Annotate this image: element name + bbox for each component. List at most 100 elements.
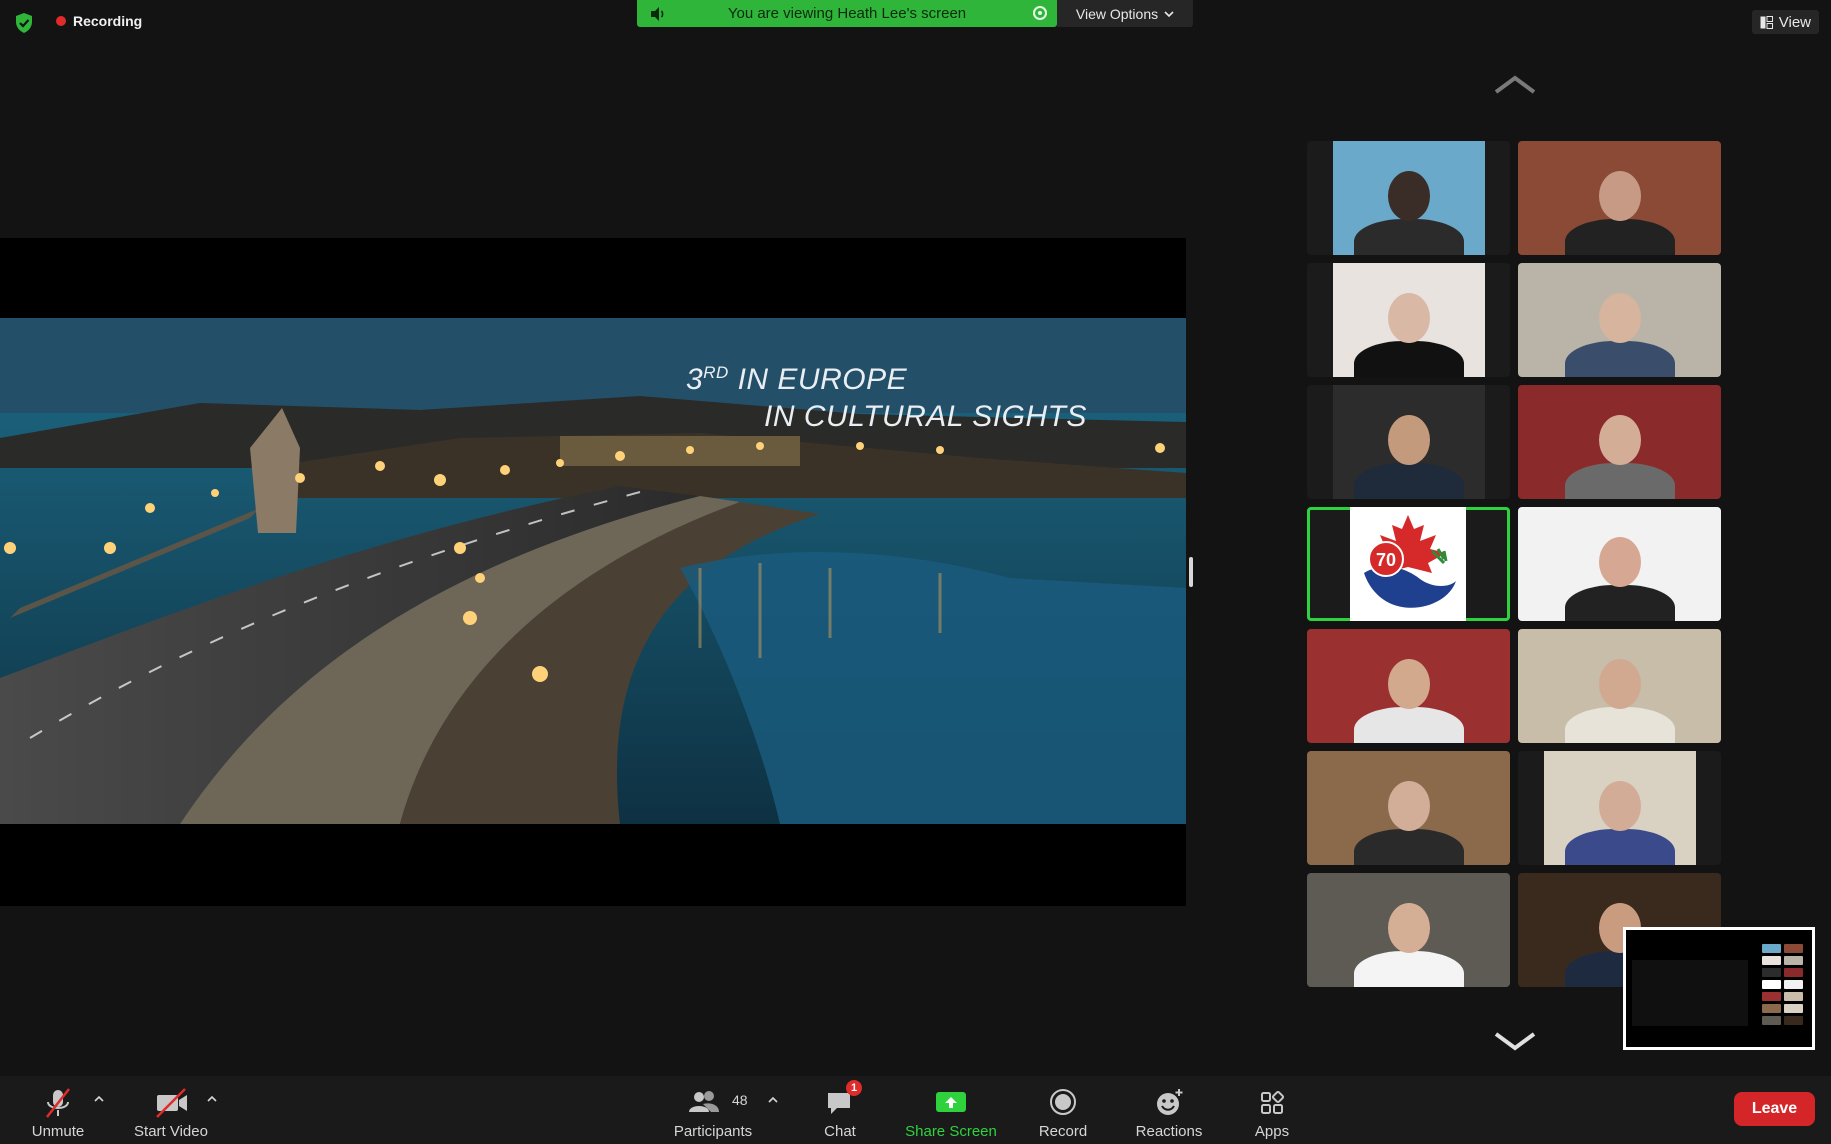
participants-caret-icon[interactable] [768,1095,778,1105]
mini-tile [1784,992,1803,1001]
mini-tile [1762,944,1781,953]
start-video-button[interactable]: Start Video [126,1076,216,1144]
participant-body [1564,463,1675,499]
logo-number: 70 [1376,550,1396,570]
participants-count: 48 [732,1092,748,1108]
unmute-label: Unmute [31,1123,85,1140]
view-label: View [1778,13,1811,31]
participant-tile[interactable] [1307,141,1510,255]
participant-head [1598,293,1641,343]
apps-label: Apps [1254,1123,1290,1140]
audio-options-caret-icon[interactable] [94,1094,104,1104]
caption-line-2: IN CULTURAL SIGHTS [764,400,1087,433]
view-options-button[interactable]: View Options [1057,0,1193,27]
participant-head [1387,903,1430,953]
participant-video [1518,263,1721,377]
participant-tile[interactable] [1307,629,1510,743]
record-icon [1050,1089,1076,1115]
mini-tile [1762,1004,1781,1013]
video-options-caret-icon[interactable] [207,1094,217,1104]
caption-line-1: 3RD IN EUROPE [686,363,908,396]
video-camera-off-icon [156,1088,187,1118]
participant-head [1387,659,1430,709]
participant-video [1333,385,1485,499]
participants-label: Participants [673,1123,753,1140]
record-button[interactable]: Record [1034,1076,1092,1144]
leave-button[interactable]: Leave [1734,1092,1815,1126]
participant-head [1598,537,1641,587]
participant-body [1564,707,1675,743]
participant-tile[interactable] [1307,263,1510,377]
participant-body [1564,219,1675,255]
self-view-thumbnail[interactable] [1623,927,1815,1050]
participant-tile[interactable] [1307,873,1510,987]
share-screen-label: Share Screen [905,1123,997,1140]
grid-view-icon [1760,15,1773,29]
participant-head [1598,659,1641,709]
shared-screen-image: 3RD IN EUROPE IN CULTURAL SIGHTS [0,318,1186,824]
participant-head [1388,415,1430,465]
chevron-down-icon [1164,10,1174,17]
participant-video [1544,751,1696,865]
participant-tile[interactable]: 70 [1307,507,1510,621]
mini-tile [1762,1016,1781,1025]
shared-screen[interactable]: 3RD IN EUROPE IN CULTURAL SIGHTS [0,238,1186,906]
apps-button[interactable]: Apps [1250,1076,1294,1144]
mini-tile [1784,968,1803,977]
participant-tile[interactable] [1518,507,1721,621]
participants-button[interactable]: Participants [665,1076,761,1144]
participant-head [1388,293,1430,343]
meeting-toolbar: Unmute Start Video Participants 48 Chat … [0,1076,1831,1144]
participant-tile[interactable] [1518,141,1721,255]
mini-tile [1784,1004,1803,1013]
participant-tile[interactable] [1518,263,1721,377]
view-options-label: View Options [1075,5,1159,22]
gallery-scroll-up-icon[interactable] [1493,74,1537,96]
mini-tile [1762,980,1781,989]
participant-video [1518,507,1721,621]
self-view-screen-preview [1632,960,1748,1026]
participant-body [1565,829,1675,865]
mini-tile [1784,980,1803,989]
mini-tile [1784,1016,1803,1025]
reactions-button[interactable]: Reactions [1130,1076,1208,1144]
participant-tile[interactable] [1307,751,1510,865]
participant-tile[interactable] [1518,629,1721,743]
recording-indicator[interactable]: Recording [56,13,142,29]
reactions-label: Reactions [1135,1123,1203,1140]
mini-tile [1762,992,1781,1001]
participant-tile[interactable] [1518,385,1721,499]
gallery-scroll-down-icon[interactable] [1493,1030,1537,1052]
participant-head [1598,171,1641,221]
mini-tile [1784,944,1803,953]
resize-handle[interactable] [1189,557,1193,587]
recording-dot-icon [56,16,66,26]
mini-tile [1762,956,1781,965]
participant-tile[interactable] [1518,751,1721,865]
share-screen-button[interactable]: Share Screen [900,1076,1002,1144]
unmute-button[interactable]: Unmute [20,1076,96,1144]
night-harbor-scene [0,318,1186,824]
participant-body [1354,341,1464,377]
participant-video [1518,385,1721,499]
maple-leaf-dove-logo-icon: 70 [1364,515,1456,608]
viewing-screen-banner: You are viewing Heath Lee's screen [637,0,1057,27]
shield-icon[interactable] [14,12,34,34]
start-video-label: Start Video [134,1123,208,1140]
participant-head [1388,171,1430,221]
record-label: Record [1038,1123,1088,1140]
recording-label: Recording [73,13,143,29]
participant-video [1307,751,1510,865]
status-dot-icon [1033,6,1047,20]
participant-head [1599,781,1641,831]
participant-body [1353,707,1464,743]
participant-body [1353,951,1464,987]
participant-head [1387,781,1430,831]
participant-video [1307,629,1510,743]
view-button[interactable]: View [1751,10,1819,34]
mini-tile [1784,956,1803,965]
participant-tile[interactable] [1307,385,1510,499]
participant-video [1333,141,1485,255]
reactions-smiley-icon [1157,1089,1183,1115]
participant-body [1354,219,1464,255]
